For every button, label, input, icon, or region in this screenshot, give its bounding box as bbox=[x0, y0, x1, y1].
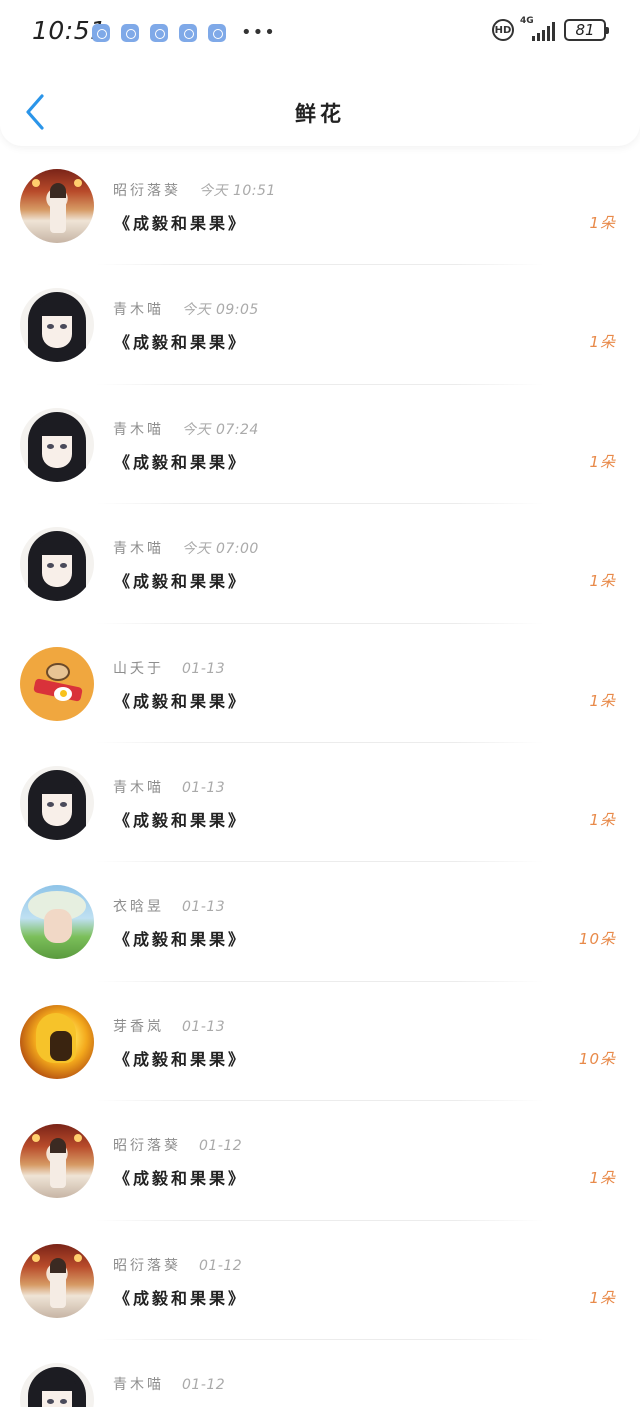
username[interactable]: 青木喵 bbox=[113, 422, 164, 438]
book-title: 《成毅和果果》 bbox=[114, 214, 248, 233]
user-avatar[interactable] bbox=[20, 1243, 94, 1318]
username[interactable]: 昭衍落葵 bbox=[113, 183, 181, 199]
book-title: 《成毅和果果》 bbox=[114, 930, 248, 950]
user-avatar[interactable] bbox=[20, 169, 94, 243]
gift-time: 01-13 bbox=[182, 899, 226, 916]
user-avatar[interactable] bbox=[20, 1124, 94, 1199]
gift-list-item[interactable]: 青木喵 今天 07:00 《成毅和果果》 1朵 bbox=[0, 504, 640, 624]
flower-count: 1朵 bbox=[589, 1169, 616, 1188]
user-line: 昭衍落葵 今天 10:51 bbox=[113, 180, 276, 200]
user-avatar[interactable] bbox=[20, 407, 94, 482]
gift-list-item[interactable]: 山夭于 01-13 《成毅和果果》 1朵 bbox=[0, 624, 640, 743]
username[interactable]: 青木喵 bbox=[113, 1377, 164, 1393]
app-notification-icon bbox=[208, 24, 226, 42]
page-title: 鲜花 bbox=[295, 102, 345, 126]
user-line: 青木喵 01-13 bbox=[113, 777, 225, 797]
gift-time: 今天 10:51 bbox=[199, 183, 276, 199]
notification-icons: ••• bbox=[92, 24, 276, 42]
flower-count: 1朵 bbox=[589, 691, 616, 710]
user-line: 青木喵 01-12 bbox=[113, 1374, 225, 1394]
gift-list-item[interactable]: 芽香岚 01-13 《成毅和果果》 10朵 bbox=[0, 982, 640, 1102]
book-title: 《成毅和果果》 bbox=[114, 572, 248, 592]
gift-list-item[interactable]: 昭衍落葵 01-12 《成毅和果果》 1朵 bbox=[0, 1221, 640, 1340]
book-title: 《成毅和果果》 bbox=[114, 810, 248, 830]
gift-time: 01-12 bbox=[199, 1257, 243, 1274]
username[interactable]: 山夭于 bbox=[113, 661, 164, 677]
username[interactable]: 青木喵 bbox=[113, 780, 164, 796]
gift-time: 01-13 bbox=[182, 1018, 226, 1035]
status-indicators: HD 4G 81 bbox=[492, 16, 609, 42]
user-line: 青木喵 今天 07:00 bbox=[113, 538, 259, 558]
gift-list-item[interactable]: 昭衍落葵 今天 10:51 《成毅和果果》 1朵 bbox=[0, 146, 640, 266]
hd-call-icon: HD bbox=[492, 19, 514, 41]
gift-list-item[interactable]: 青木喵01-12《成毅和果果》1朵 bbox=[0, 1340, 640, 1407]
app-notification-icon bbox=[92, 24, 110, 42]
user-avatar[interactable] bbox=[20, 646, 94, 721]
user-avatar[interactable] bbox=[20, 765, 94, 840]
book-title: 《成毅和果果》 bbox=[114, 1169, 248, 1189]
book-title: 《成毅和果果》 bbox=[114, 691, 248, 711]
flower-count: 1朵 bbox=[589, 1288, 616, 1307]
flower-count: 1朵 bbox=[589, 333, 616, 352]
gift-list-item[interactable]: 青木喵 01-13 《成毅和果果》 1朵 bbox=[0, 743, 640, 863]
user-line: 芽香岚 01-13 bbox=[113, 1016, 225, 1036]
user-avatar[interactable] bbox=[20, 288, 94, 363]
username[interactable]: 衣晗昱 bbox=[113, 899, 164, 915]
app-notification-icon bbox=[121, 24, 139, 42]
flower-count: 1朵 bbox=[589, 214, 616, 232]
flower-count: 1朵 bbox=[589, 452, 616, 471]
flower-count: 1朵 bbox=[589, 810, 616, 829]
user-line: 衣晗昱 01-13 bbox=[113, 896, 225, 916]
book-title: 《成毅和果果》 bbox=[114, 333, 248, 353]
gift-time: 今天 09:05 bbox=[182, 302, 259, 319]
user-line: 青木喵 今天 07:24 bbox=[113, 419, 259, 439]
book-title: 《成毅和果果》 bbox=[114, 1288, 248, 1308]
flower-count: 10朵 bbox=[578, 1049, 616, 1068]
book-title: 《成毅和果果》 bbox=[114, 452, 248, 472]
user-line: 昭衍落葵 01-12 bbox=[113, 1255, 242, 1275]
app-notification-icon bbox=[150, 24, 168, 42]
user-avatar[interactable] bbox=[20, 527, 94, 602]
nav-bar: 鲜花 bbox=[0, 80, 640, 144]
flower-count: 10朵 bbox=[578, 930, 616, 949]
gift-time: 今天 07:24 bbox=[182, 421, 259, 438]
username[interactable]: 昭衍落葵 bbox=[113, 1138, 181, 1154]
user-avatar[interactable] bbox=[20, 1004, 94, 1079]
username[interactable]: 青木喵 bbox=[113, 302, 164, 318]
gift-list-item[interactable]: 青木喵 今天 07:24 《成毅和果果》 1朵 bbox=[0, 385, 640, 505]
gift-list-item[interactable]: 青木喵 今天 09:05 《成毅和果果》 1朵 bbox=[0, 265, 640, 385]
username[interactable]: 青木喵 bbox=[113, 541, 164, 557]
username[interactable]: 芽香岚 bbox=[113, 1019, 164, 1035]
gift-time: 01-12 bbox=[199, 1138, 243, 1155]
gift-time: 01-13 bbox=[182, 660, 226, 677]
status-bar: 10:51 ••• HD 4G 81 bbox=[0, 0, 640, 64]
user-line: 山夭于 01-13 bbox=[113, 658, 225, 678]
gift-list-item[interactable]: 衣晗昱 01-13 《成毅和果果》 10朵 bbox=[0, 862, 640, 982]
gift-list: 昭衍落葵 今天 10:51 《成毅和果果》 1朵 青木喵 今天 09:05 《成毅和果果》 1… bbox=[0, 146, 640, 1407]
gift-time: 01-13 bbox=[182, 779, 226, 796]
signal-icon: 4G bbox=[520, 16, 558, 42]
app-header: 10:51 ••• HD 4G 81 鲜花 bbox=[0, 0, 640, 146]
gift-time: 今天 07:00 bbox=[182, 541, 259, 558]
book-title: 《成毅和果果》 bbox=[114, 1049, 248, 1069]
gift-time: 01-12 bbox=[182, 1376, 226, 1393]
username[interactable]: 昭衍落葵 bbox=[113, 1258, 181, 1274]
user-avatar[interactable] bbox=[20, 1362, 94, 1407]
battery-icon: 81 bbox=[564, 19, 609, 41]
user-line: 昭衍落葵 01-12 bbox=[113, 1135, 242, 1155]
app-notification-icon bbox=[179, 24, 197, 42]
user-avatar[interactable] bbox=[20, 885, 94, 960]
more-notifications-icon: ••• bbox=[241, 22, 276, 43]
gift-list-item[interactable]: 昭衍落葵 01-12 《成毅和果果》 1朵 bbox=[0, 1101, 640, 1221]
flower-count: 1朵 bbox=[589, 572, 616, 591]
user-line: 青木喵 今天 09:05 bbox=[113, 299, 259, 319]
